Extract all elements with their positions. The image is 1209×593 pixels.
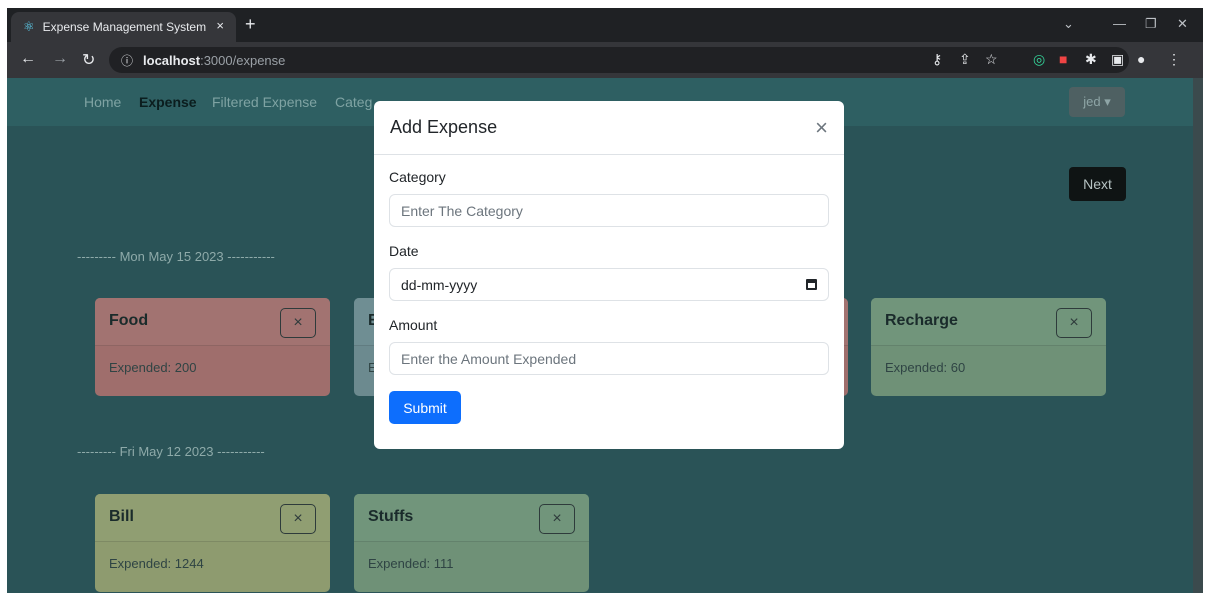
date-label: Date bbox=[389, 243, 419, 259]
expense-card-bill: Bill × Expended: 1244 bbox=[95, 494, 330, 592]
card-amount: Expended: 200 bbox=[109, 360, 197, 375]
card-amount: Expended: 111 bbox=[368, 556, 454, 571]
extension-icon[interactable]: ✱ bbox=[1085, 51, 1097, 68]
back-arrow-icon[interactable]: ← bbox=[20, 50, 36, 68]
expense-card-stuffs: Stuffs × Expended: 111 bbox=[354, 494, 589, 592]
share-icon[interactable]: ⇪ bbox=[959, 51, 971, 68]
nav-home[interactable]: Home bbox=[84, 94, 121, 110]
profile-icon[interactable]: ● bbox=[1137, 51, 1145, 67]
card-title: Bill bbox=[109, 508, 134, 525]
card-title: Food bbox=[109, 312, 149, 329]
amount-input[interactable]: Enter the Amount Expended bbox=[389, 342, 829, 375]
card-amount: Expended: 60 bbox=[885, 360, 966, 375]
category-input[interactable]: Enter The Category bbox=[389, 194, 829, 227]
nav-expense[interactable]: Expense bbox=[139, 94, 197, 110]
nav-filtered-expense[interactable]: Filtered Expense bbox=[212, 94, 317, 110]
browser-window: ⚛ Expense Management System × + ⌄ — ❐ ✕ … bbox=[7, 8, 1203, 593]
new-tab-button[interactable]: + bbox=[245, 14, 256, 35]
card-title: Recharge bbox=[885, 312, 958, 329]
calendar-icon[interactable] bbox=[806, 279, 817, 290]
expense-card-recharge: Recharge × Expended: 60 bbox=[871, 298, 1106, 396]
restore-icon[interactable]: ❐ bbox=[1145, 16, 1157, 32]
expense-card-food: Food × Expended: 200 bbox=[95, 298, 330, 396]
card-title: Stuffs bbox=[368, 508, 414, 525]
date-input[interactable]: dd-mm-yyyy bbox=[389, 268, 829, 301]
extension-red-icon[interactable]: ■ bbox=[1059, 51, 1067, 67]
browser-toolbar: ← → ↻ ⓘ localhost :3000/expense ⚷ ⇪ ☆ ◎ … bbox=[7, 42, 1203, 78]
sidepanel-icon[interactable]: ▣ bbox=[1111, 51, 1124, 68]
amount-label: Amount bbox=[389, 317, 438, 333]
user-dropdown[interactable]: jed ▾ bbox=[1069, 87, 1125, 117]
delete-button[interactable]: × bbox=[280, 504, 316, 534]
browser-tab[interactable]: ⚛ Expense Management System × bbox=[11, 12, 236, 42]
address-bar[interactable]: ⓘ localhost :3000/expense bbox=[109, 47, 1129, 73]
key-icon[interactable]: ⚷ bbox=[932, 51, 942, 68]
modal-header: Add Expense × bbox=[374, 101, 844, 155]
tab-bar: ⚛ Expense Management System × + ⌄ — ❐ ✕ bbox=[7, 8, 1203, 42]
star-icon[interactable]: ☆ bbox=[985, 51, 998, 68]
next-button[interactable]: Next bbox=[1069, 167, 1126, 201]
nav-categories[interactable]: Categ bbox=[335, 94, 372, 110]
reload-icon[interactable]: ↻ bbox=[82, 50, 95, 70]
submit-button[interactable]: Submit bbox=[389, 391, 461, 424]
chevron-down-icon[interactable]: ⌄ bbox=[1063, 16, 1074, 32]
url-path: :3000/expense bbox=[200, 52, 286, 68]
add-expense-modal: Add Expense × Category Enter The Categor… bbox=[374, 101, 844, 449]
close-window-icon[interactable]: ✕ bbox=[1177, 16, 1188, 32]
info-icon[interactable]: ⓘ bbox=[121, 52, 133, 69]
minimize-icon[interactable]: — bbox=[1113, 16, 1126, 31]
tab-title: Expense Management System bbox=[42, 20, 207, 34]
extension-green-icon[interactable]: ◎ bbox=[1033, 51, 1045, 68]
delete-button[interactable]: × bbox=[280, 308, 316, 338]
scrollbar[interactable] bbox=[1193, 78, 1203, 593]
react-icon: ⚛ bbox=[23, 19, 35, 34]
page-viewport: Home Expense Filtered Expense Categ jed … bbox=[7, 78, 1203, 593]
delete-button[interactable]: × bbox=[539, 504, 575, 534]
date-divider: --------- Fri May 12 2023 ----------- bbox=[77, 444, 265, 459]
forward-arrow-icon[interactable]: → bbox=[52, 50, 68, 68]
url-host: localhost bbox=[143, 52, 201, 68]
modal-body: Category Enter The Category Date dd-mm-y… bbox=[374, 155, 844, 438]
category-label: Category bbox=[389, 169, 446, 185]
tab-close-icon[interactable]: × bbox=[216, 18, 224, 33]
delete-button[interactable]: × bbox=[1056, 308, 1092, 338]
menu-icon[interactable]: ⋮ bbox=[1167, 51, 1181, 68]
date-placeholder: dd-mm-yyyy bbox=[401, 276, 478, 293]
modal-title: Add Expense bbox=[390, 117, 498, 137]
date-divider: --------- Mon May 15 2023 ----------- bbox=[77, 249, 275, 264]
close-icon[interactable]: × bbox=[815, 115, 828, 141]
card-amount: Expended: 1244 bbox=[109, 556, 204, 571]
